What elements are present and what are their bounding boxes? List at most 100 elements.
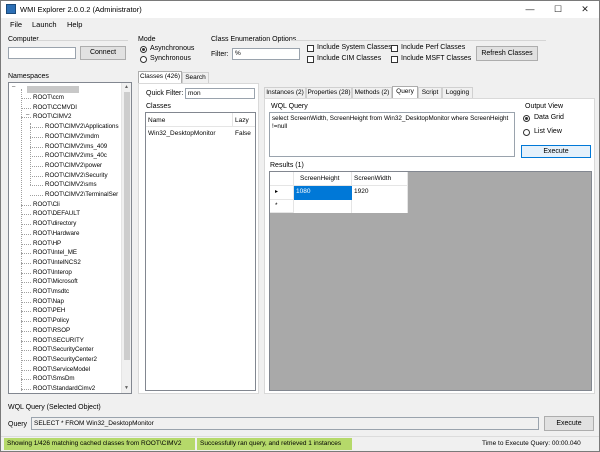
maximize-icon[interactable]: ☐: [544, 1, 572, 18]
namespace-node[interactable]: ROOT\CIMV2: [33, 113, 72, 120]
menu-file[interactable]: File: [10, 20, 22, 29]
wql-query-textarea[interactable]: select ScreenWidth, ScreenHeight from Wi…: [269, 112, 515, 157]
namespace-node[interactable]: ROOT\Hardware: [33, 230, 79, 237]
class-row-lazy[interactable]: False: [233, 128, 255, 139]
window-title: WMI Explorer 2.0.0.2 (Administrator): [20, 5, 142, 14]
namespace-node[interactable]: ROOT\CIMV2\Security: [45, 172, 108, 179]
synchronous-radio[interactable]: [140, 56, 147, 63]
namespace-node[interactable]: ROOT\CIMV2\mdm: [45, 133, 99, 140]
include-msft-checkbox[interactable]: [391, 56, 398, 63]
namespace-node[interactable]: ROOT\Cli: [33, 201, 60, 208]
classes-list[interactable]: Name Lazy Win32_DesktopMonitor False: [145, 112, 256, 391]
namespace-node[interactable]: ROOT\CIMV2\ms_409: [45, 143, 107, 150]
include-msft-label: Include MSFT Classes: [401, 55, 472, 62]
selected-query-input[interactable]: SELECT * FROM Win32_DesktopMonitor: [31, 417, 539, 430]
namespace-node[interactable]: ROOT\msdtc: [33, 288, 69, 295]
filter-input[interactable]: %: [232, 48, 300, 60]
new-row-cell[interactable]: [352, 200, 408, 213]
include-perf-checkbox[interactable]: [391, 45, 398, 52]
minimize-icon[interactable]: —: [516, 1, 544, 18]
new-row-cell[interactable]: [294, 200, 352, 213]
asynchronous-radio[interactable]: [140, 46, 147, 53]
namespace-node[interactable]: ROOT\StandardCimv2: [33, 385, 95, 392]
tree-line: [21, 107, 31, 109]
output-view-label: Output View: [525, 103, 564, 110]
title-bar: WMI Explorer 2.0.0.2 (Administrator) — ☐…: [1, 1, 599, 18]
list-view-radio[interactable]: [523, 129, 530, 136]
tree-line: [21, 389, 31, 390]
scroll-up-icon[interactable]: ▲: [122, 84, 131, 90]
execute-query-button[interactable]: Execute: [521, 145, 591, 158]
namespace-node[interactable]: ROOT\SecurityCenter: [33, 346, 94, 353]
classes-group-label: Classes: [146, 103, 171, 110]
namespace-node[interactable]: ROOT\RSOP: [33, 327, 70, 334]
scroll-down-icon[interactable]: ▼: [122, 385, 131, 391]
menu-launch[interactable]: Launch: [32, 20, 57, 29]
include-cim-checkbox[interactable]: [307, 56, 314, 63]
tab-logging[interactable]: Logging: [442, 87, 473, 98]
tab-query[interactable]: Query: [392, 86, 418, 98]
data-grid-radio[interactable]: [523, 115, 530, 122]
column-name[interactable]: Name: [146, 113, 233, 127]
tree-line: [21, 272, 31, 274]
quick-filter-input[interactable]: mon: [185, 88, 255, 99]
tab-properties[interactable]: Properties (28): [306, 87, 352, 98]
namespace-node[interactable]: ROOT\directory: [33, 220, 76, 227]
namespace-node[interactable]: ROOT\PEH: [33, 307, 65, 314]
namespace-node[interactable]: ROOT\Intel_ME: [33, 249, 77, 256]
tab-instances[interactable]: Instances (2): [264, 87, 306, 98]
namespace-node[interactable]: ROOT\SecurityCenter2: [33, 356, 97, 363]
namespace-node[interactable]: ROOT\CIMV2\ms_40c: [45, 152, 107, 159]
synchronous-label: Synchronous: [150, 55, 191, 62]
status-cached-classes: Showing 1/426 matching cached classes fr…: [4, 438, 195, 450]
tree-line: [21, 214, 31, 216]
asynchronous-label: Asynchronous: [150, 45, 195, 52]
results-grid[interactable]: ScreenHeight ScreenWidth ▸ 1080 1920 *: [269, 171, 592, 391]
status-query-result: Successfully ran query, and retrieved 1 …: [197, 438, 352, 450]
namespace-node[interactable]: ROOT\CIMV2\power: [45, 162, 102, 169]
execute-selected-button[interactable]: Execute: [544, 416, 594, 431]
tree-scrollbar[interactable]: ▲ ▼: [121, 83, 131, 393]
tree-line: [21, 117, 31, 119]
include-perf-label: Include Perf Classes: [401, 44, 466, 51]
class-row-name[interactable]: Win32_DesktopMonitor: [146, 128, 233, 139]
namespace-node[interactable]: ROOT\HP: [33, 240, 61, 247]
namespace-node[interactable]: ROOT\ServiceModel: [33, 366, 90, 373]
namespace-node[interactable]: ROOT\CIMV2\sms: [45, 181, 97, 188]
namespace-node[interactable]: ROOT\ccm: [33, 94, 64, 101]
refresh-classes-button[interactable]: Refresh Classes: [476, 46, 538, 61]
column-screen-width[interactable]: ScreenWidth: [352, 172, 408, 186]
cell-screen-height[interactable]: 1080: [294, 186, 352, 200]
namespace-node[interactable]: ROOT\CIMV2\TerminalSer: [45, 191, 118, 198]
namespace-node[interactable]: ROOT\Interop: [33, 269, 72, 276]
namespace-node[interactable]: ROOT\SECURITY: [33, 337, 84, 344]
namespace-node[interactable]: ROOT\SmsDm: [33, 375, 75, 382]
namespace-node[interactable]: ROOT\IntelNCS2: [33, 259, 81, 266]
namespace-node[interactable]: ROOT\CCMVDI: [33, 104, 77, 111]
namespace-node[interactable]: ROOT\CIMV2\Applications: [45, 123, 119, 130]
tab-methods[interactable]: Methods (2): [352, 87, 392, 98]
tab-script[interactable]: Script: [418, 87, 442, 98]
menu-help[interactable]: Help: [67, 20, 82, 29]
tab-search[interactable]: Search: [182, 72, 209, 83]
namespace-node[interactable]: ROOT\DEFAULT: [33, 210, 80, 217]
results-label: Results (1): [270, 162, 304, 169]
include-system-checkbox[interactable]: [307, 45, 314, 52]
namespace-node[interactable]: ROOT\Nap: [33, 298, 64, 305]
column-lazy[interactable]: Lazy: [233, 113, 255, 127]
tab-classes[interactable]: Classes (426): [138, 71, 182, 83]
namespace-tree[interactable]: − − ROOT\ccm ROOT\CCMVDI ROOT\CIMV2 ROOT\CI…: [8, 82, 132, 394]
tree-line: [21, 301, 31, 303]
namespace-node[interactable]: ROOT\Microsoft: [33, 278, 78, 285]
namespace-node[interactable]: ROOT\Policy: [33, 317, 69, 324]
tree-scroll-thumb[interactable]: [124, 92, 130, 360]
computer-input[interactable]: [8, 47, 76, 59]
connect-button[interactable]: Connect: [80, 46, 126, 60]
column-screen-height[interactable]: ScreenHeight: [294, 172, 352, 186]
main-window: WMI Explorer 2.0.0.2 (Administrator) — ☐…: [0, 0, 600, 452]
root-node-redacted[interactable]: [27, 86, 79, 93]
close-icon[interactable]: ✕: [571, 1, 599, 18]
tree-line: [21, 379, 31, 381]
collapse-icon[interactable]: −: [10, 84, 17, 92]
cell-screen-width[interactable]: 1920: [352, 186, 408, 200]
